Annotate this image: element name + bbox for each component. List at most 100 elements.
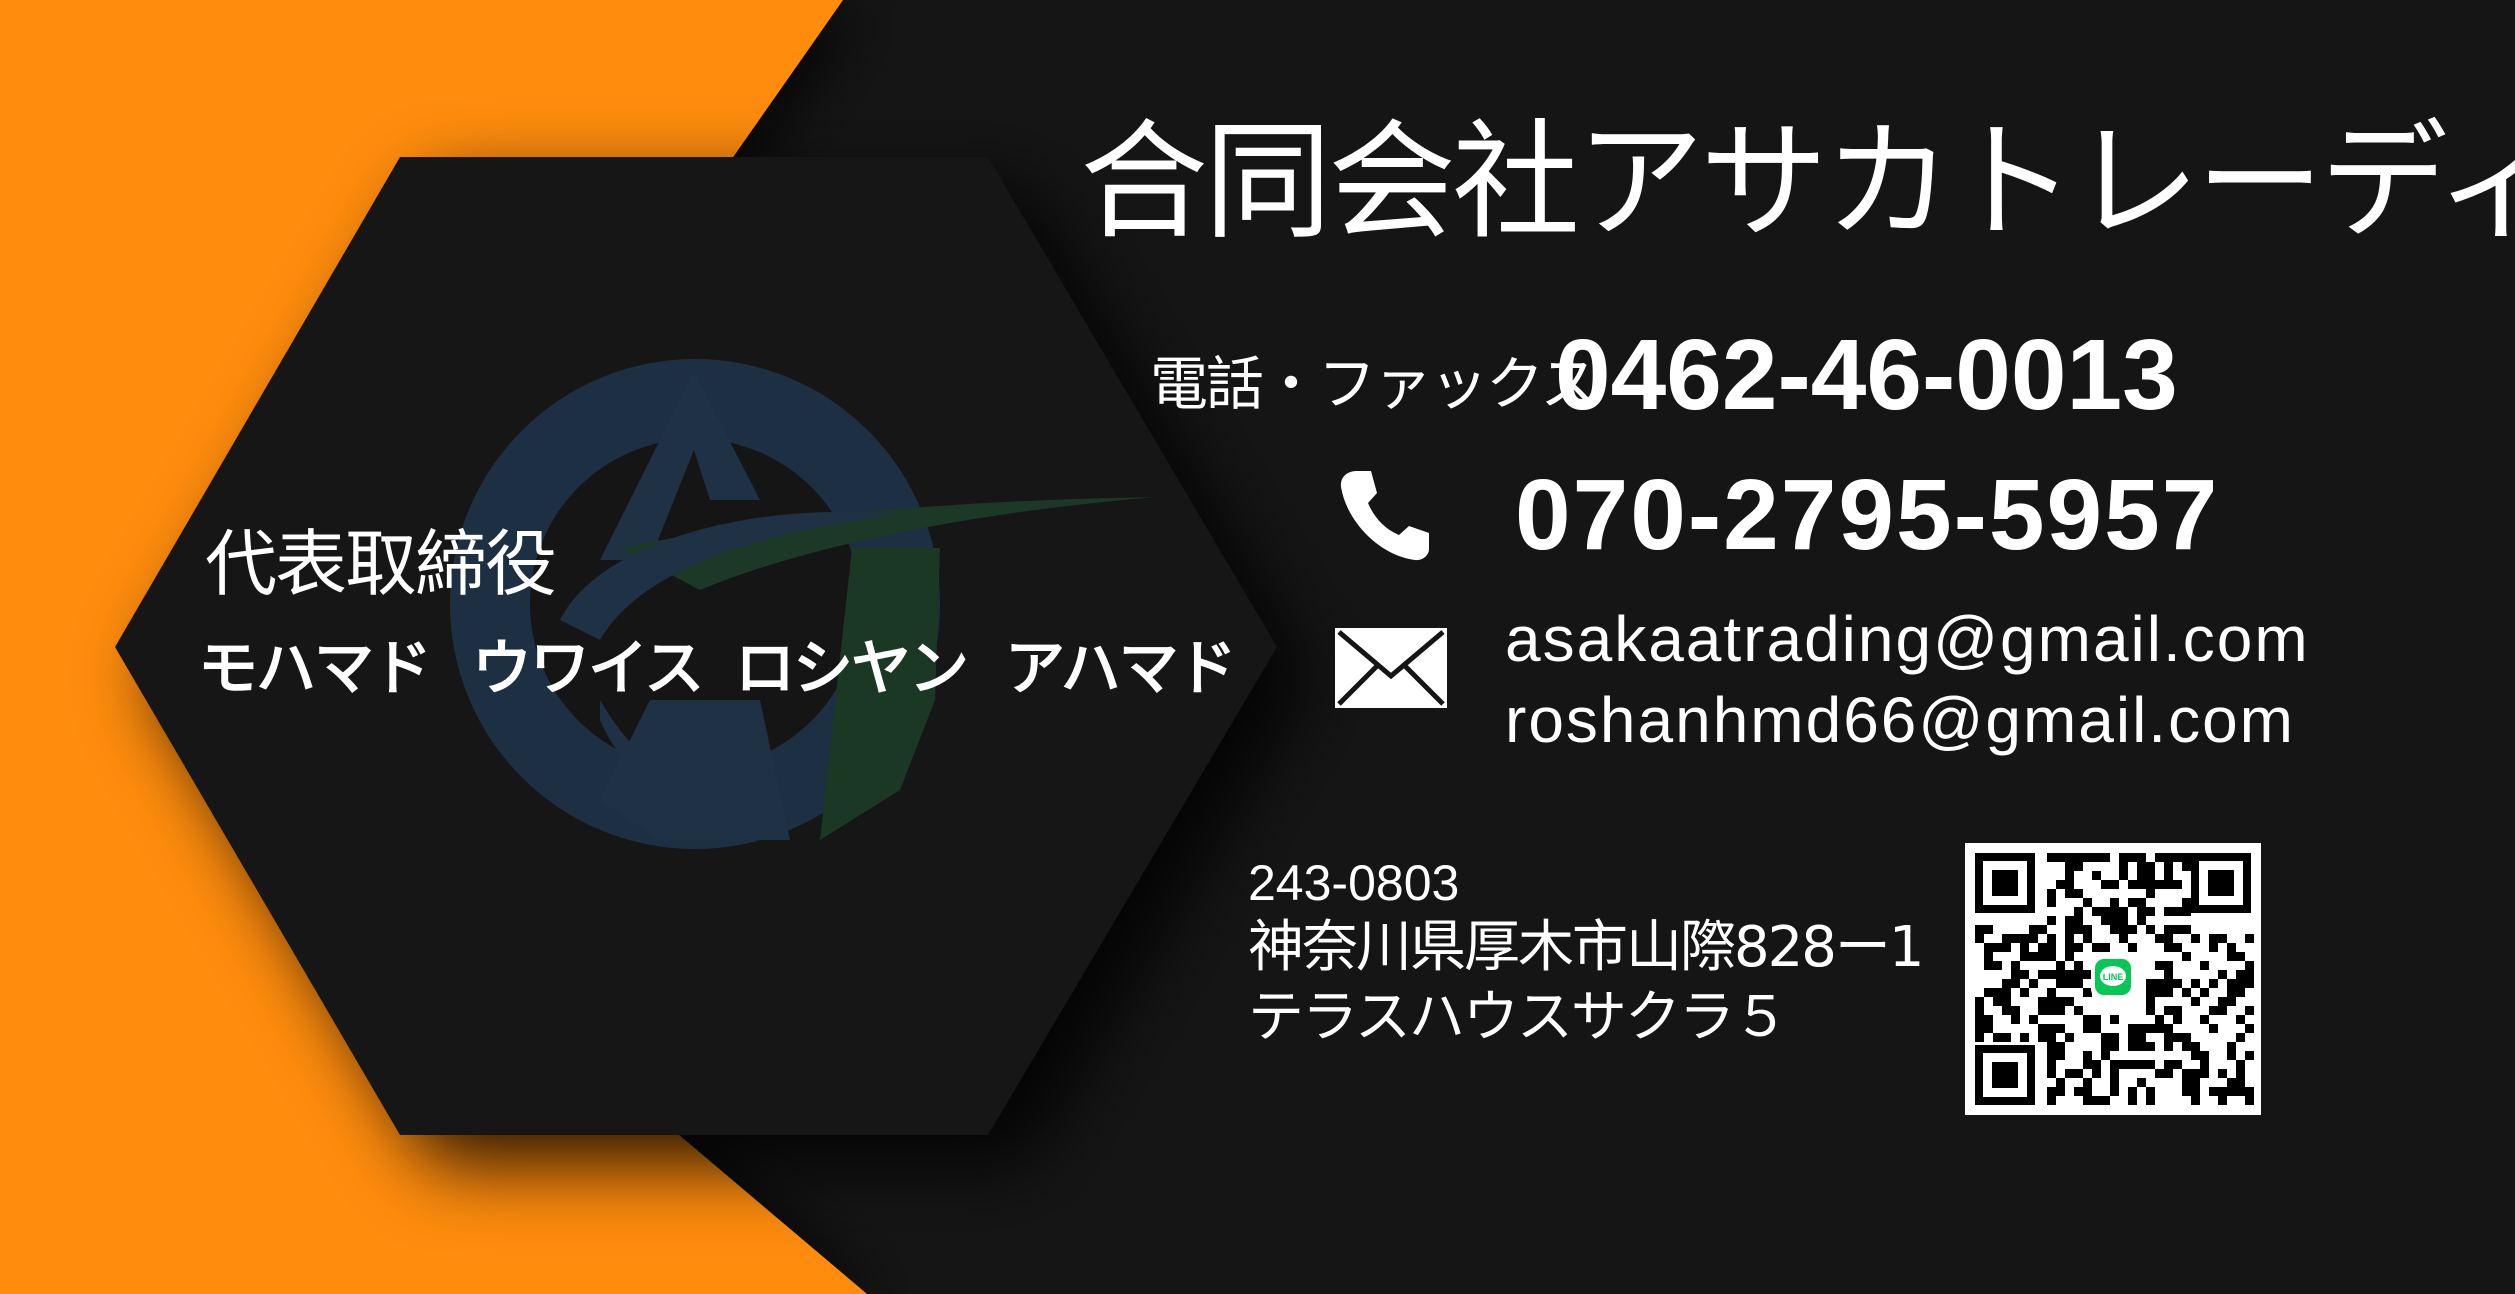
qr-module [1993, 997, 2002, 1006]
qr-module [2173, 1006, 2182, 1015]
qr-module [2011, 979, 2020, 988]
qr-module [2101, 916, 2110, 925]
qr-module [2047, 1060, 2056, 1069]
qr-module [2056, 970, 2065, 979]
qr-module [2083, 934, 2092, 943]
qr-module [2236, 970, 2245, 979]
qr-module [2155, 1024, 2164, 1033]
qr-module [2182, 1033, 2191, 1042]
qr-module [2092, 853, 2101, 862]
address-block: 243-0803 神奈川県厚木市山際828ー1 テラスハウスサクラ５ [1248, 858, 1925, 1060]
qr-module [1993, 961, 2002, 970]
qr-module [2146, 1006, 2155, 1015]
qr-module [2011, 1006, 2020, 1015]
qr-module [2227, 952, 2236, 961]
qr-module [2236, 1087, 2245, 1096]
qr-module [2128, 1024, 2137, 1033]
qr-module [2164, 880, 2173, 889]
qr-module [2182, 862, 2191, 871]
qr-module [2164, 1006, 2173, 1015]
qr-module [2047, 1033, 2056, 1042]
qr-module [2218, 1096, 2227, 1105]
qr-module [2047, 1006, 2056, 1015]
street-address: 神奈川県厚木市山際828ー1 [1248, 915, 1925, 980]
qr-module [2173, 1015, 2182, 1024]
qr-module [2002, 934, 2011, 943]
qr-module [2092, 871, 2101, 880]
svg-text:LINE: LINE [2103, 972, 2124, 982]
qr-module [2200, 961, 2209, 970]
qr-module [2218, 934, 2227, 943]
qr-module [2110, 1087, 2119, 1096]
qr-module [2056, 1078, 2065, 1087]
qr-module [2146, 1087, 2155, 1096]
qr-module [2029, 952, 2038, 961]
qr-module [2164, 871, 2173, 880]
qr-module [2128, 1060, 2137, 1069]
qr-module [2128, 1033, 2137, 1042]
qr-module [2119, 853, 2128, 862]
qr-module [2074, 1069, 2083, 1078]
qr-module [2128, 1087, 2137, 1096]
tel-fax-number[interactable]: 0462-46-0013 [1555, 318, 2178, 433]
qr-module [2038, 1033, 2047, 1042]
qr-module [2218, 1006, 2227, 1015]
qr-module [2146, 871, 2155, 880]
qr-module [1975, 934, 1984, 943]
qr-module [2056, 1042, 2065, 1051]
qr-module [2002, 988, 2011, 997]
qr-module [2227, 997, 2236, 1006]
qr-module [2245, 1096, 2254, 1105]
qr-module [1975, 925, 1984, 934]
qr-module [2002, 997, 2011, 1006]
qr-module [2029, 979, 2038, 988]
mobile-number[interactable]: 070-2795-5957 [1515, 458, 2219, 573]
qr-module [2137, 1033, 2146, 1042]
qr-module [2047, 916, 2056, 925]
qr-module [2065, 862, 2074, 871]
qr-module [2074, 979, 2083, 988]
qr-module [2002, 979, 2011, 988]
qr-module [2137, 871, 2146, 880]
qr-module [2038, 952, 2047, 961]
qr-module [2011, 961, 2020, 970]
qr-module [2020, 943, 2029, 952]
qr-module [2236, 1015, 2245, 1024]
qr-module [2146, 979, 2155, 988]
qr-module [2218, 970, 2227, 979]
qr-module [2137, 916, 2146, 925]
qr-module [2155, 979, 2164, 988]
qr-module [2056, 1006, 2065, 1015]
qr-module [2245, 934, 2254, 943]
qr-module [2110, 925, 2119, 934]
qr-module [2101, 853, 2110, 862]
qr-module [2074, 925, 2083, 934]
qr-module [1975, 1006, 1984, 1015]
qr-module [2020, 934, 2029, 943]
qr-module [2101, 943, 2110, 952]
qr-module [2146, 907, 2155, 916]
qr-module [2047, 934, 2056, 943]
line-qr-code[interactable]: LINE [1965, 843, 2261, 1115]
qr-module [1984, 1015, 1993, 1024]
qr-module [2137, 880, 2146, 889]
qr-module [2056, 961, 2065, 970]
qr-code-pattern: LINE [1965, 843, 2261, 1115]
qr-module [2137, 898, 2146, 907]
email-link[interactable]: asakaatrading@gmail.com [1505, 602, 2310, 676]
email-link[interactable]: roshanhmd66@gmail.com [1505, 683, 2295, 757]
qr-module [2092, 1024, 2101, 1033]
qr-module [2182, 1078, 2191, 1087]
qr-module [2191, 1069, 2200, 1078]
qr-module [2047, 1087, 2056, 1096]
qr-module [2209, 1006, 2218, 1015]
qr-module [2146, 1096, 2155, 1105]
qr-module [2110, 1015, 2119, 1024]
qr-module [2065, 889, 2074, 898]
qr-module [1993, 943, 2002, 952]
qr-module [2065, 871, 2074, 880]
qr-module [2011, 970, 2020, 979]
qr-module [2101, 907, 2110, 916]
qr-module [2191, 1042, 2200, 1051]
qr-module [2083, 853, 2092, 862]
